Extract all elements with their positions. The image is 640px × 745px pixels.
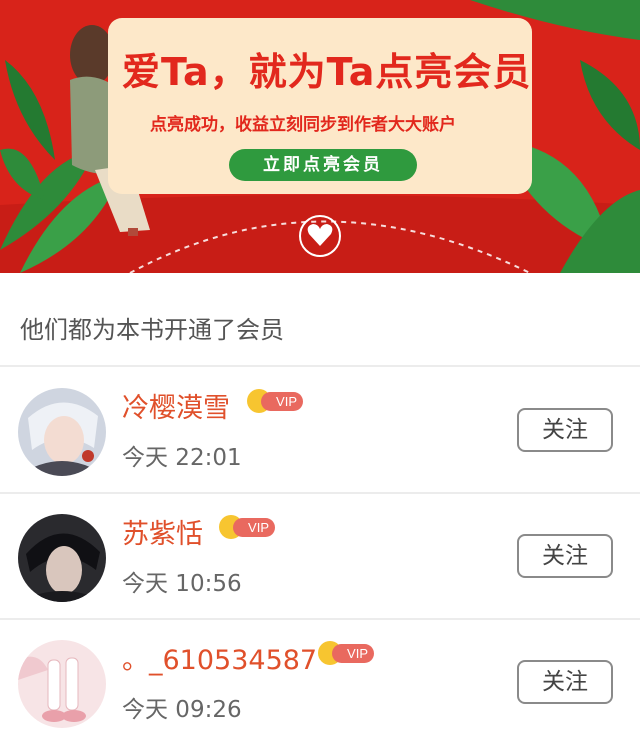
members-section-title: 他们都为本书开通了会员 — [20, 316, 284, 344]
avatar[interactable] — [18, 514, 106, 602]
follow-button[interactable]: 关注 — [517, 660, 613, 704]
member-row: 苏紫恬 VIP 今天 10:56 关注 — [0, 494, 640, 619]
promo-banner[interactable]: 爱Ta，就为Ta点亮会员 点亮成功，收益立刻同步到作者大大账户 立即点亮会员 — [0, 0, 640, 273]
member-name: 。_610534587 — [122, 645, 318, 676]
member-row: 。_610534587 VIP 今天 09:26 关注 — [0, 620, 640, 745]
vip-badge: VIP — [219, 514, 275, 540]
member-time: 今天 09:26 — [122, 697, 242, 723]
banner-subtitle: 点亮成功，收益立刻同步到作者大大账户 — [150, 115, 456, 135]
activate-membership-button[interactable]: 立即点亮会员 — [229, 149, 417, 181]
member-time: 今天 22:01 — [122, 445, 242, 471]
divider — [0, 365, 640, 367]
member-row: 冷樱漠雪 VIP 今天 22:01 关注 — [0, 368, 640, 493]
banner-headline: 爱Ta，就为Ta点亮会员 — [122, 50, 532, 94]
follow-button[interactable]: 关注 — [517, 534, 613, 578]
vip-badge: VIP — [318, 640, 374, 666]
follow-button[interactable]: 关注 — [517, 408, 613, 452]
vip-badge: VIP — [247, 388, 303, 414]
member-name: 冷樱漠雪 — [122, 393, 230, 424]
member-time: 今天 10:56 — [122, 571, 242, 597]
member-name: 苏紫恬 — [122, 519, 203, 550]
avatar[interactable] — [18, 388, 106, 476]
avatar[interactable] — [18, 640, 106, 728]
